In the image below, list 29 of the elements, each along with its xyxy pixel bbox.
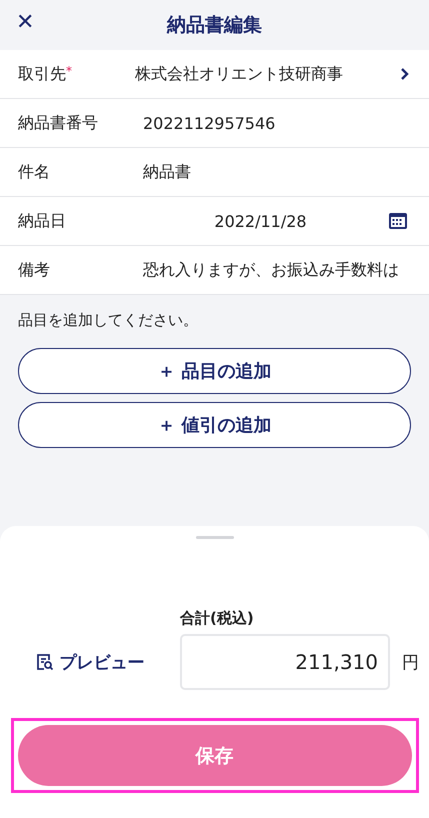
field-label: 納品日 <box>18 210 67 232</box>
total-label: 合計(税込) <box>180 609 255 628</box>
form-row[interactable]: 備考 恐れ入りますが、お振込み手数料は <box>0 246 429 295</box>
calendar-icon[interactable] <box>388 212 408 230</box>
field-label: 取引先* <box>18 64 73 84</box>
field-value: 恐れ入りますが、お振込み手数料は <box>142 260 400 280</box>
form-row[interactable]: 納品書番号 2022112957546 <box>0 99 429 148</box>
currency-label: 円 <box>402 652 419 674</box>
field-value: 株式会社オリエント技研商事 <box>135 64 344 84</box>
field-value: 納品書 <box>142 162 192 182</box>
add-button[interactable]: ＋ 品目の追加 <box>18 348 411 394</box>
add-button[interactable]: ＋ 値引の追加 <box>18 402 411 448</box>
page-title: 納品書編集 <box>167 13 262 38</box>
hint-text: 品目を追加してください。 <box>18 311 199 330</box>
field-label: 備考 <box>18 260 51 280</box>
required-mark: * <box>66 64 72 78</box>
field-label: 納品書番号 <box>18 112 99 134</box>
form-row[interactable]: 取引先* 株式会社オリエント技研商事 <box>0 50 429 99</box>
close-button[interactable]: ✕ <box>16 10 34 35</box>
total-field[interactable]: 211,310 <box>180 634 390 690</box>
preview-button[interactable]: プレビュー <box>0 634 180 690</box>
form-row[interactable]: 件名 納品書 <box>0 148 429 197</box>
field-value: 2022/11/28 <box>213 212 308 230</box>
drag-handle[interactable] <box>196 536 234 539</box>
field-value: 2022112957546 <box>142 114 276 132</box>
field-label: 件名 <box>18 162 51 182</box>
form-row[interactable]: 納品日 2022/11/28 <box>0 197 429 246</box>
chevron-right-icon[interactable] <box>399 67 411 81</box>
document-search-icon <box>36 653 54 671</box>
